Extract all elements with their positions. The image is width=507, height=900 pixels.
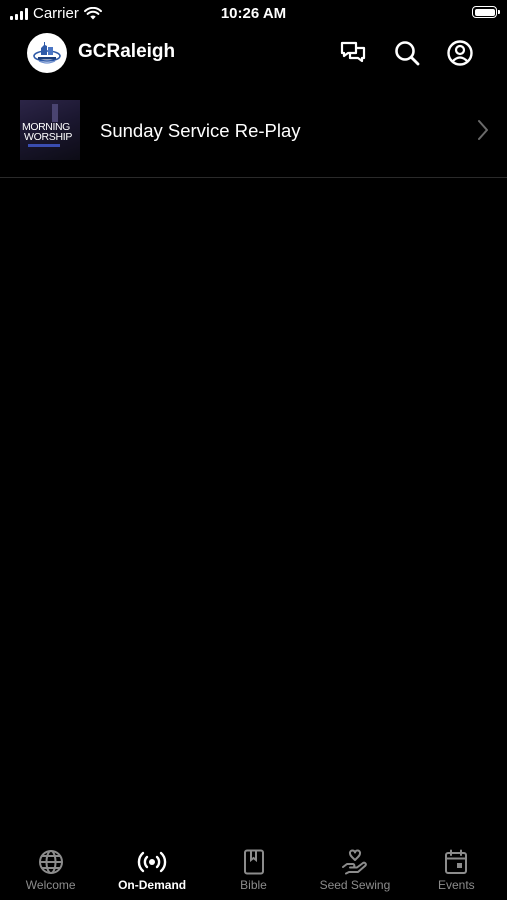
status-time: 10:26 AM [220, 5, 287, 22]
account-button[interactable] [445, 38, 475, 68]
search-button[interactable] [392, 38, 422, 68]
calendar-icon [445, 849, 468, 874]
tab-on-demand-label: On-Demand [118, 878, 187, 892]
tab-on-demand[interactable]: On-Demand [101, 842, 202, 900]
tab-welcome[interactable]: Welcome [0, 842, 101, 900]
list-item-title: Sunday Service Re-Play [100, 120, 301, 141]
tab-bible-label: Bible [240, 878, 267, 892]
tab-welcome-label: Welcome [25, 878, 76, 892]
tab-seed-sewing[interactable]: Seed Sewing [304, 842, 405, 900]
battery-icon [472, 6, 500, 18]
search-icon [395, 41, 420, 66]
app-title: GCRaleigh [78, 41, 176, 62]
tab-events[interactable]: Events [406, 842, 507, 900]
list-item-sunday-service[interactable]: MORNING WORSHIP Sunday Service Re-Play [0, 90, 507, 178]
app-screen: Carrier 10:26 AM GCRaleigh MORNING WORSH… [0, 0, 507, 900]
church-logo-icon[interactable] [27, 33, 67, 73]
account-icon [447, 40, 473, 66]
app-header: GCRaleigh [0, 30, 507, 76]
chat-button[interactable] [338, 38, 368, 68]
book-icon [243, 849, 264, 875]
globe-icon [38, 850, 63, 874]
tab-events-label: Events [437, 878, 475, 892]
thumbnail-text-line2: WORSHIP [24, 131, 73, 143]
chat-icon [340, 41, 366, 63]
tab-bar: Welcome On-Demand Bible Seed Sewing Even… [0, 842, 507, 900]
giving-hand-icon [341, 849, 367, 875]
tab-bible[interactable]: Bible [203, 842, 304, 900]
chevron-right-icon [478, 120, 488, 140]
service-thumbnail: MORNING WORSHIP [20, 100, 80, 160]
broadcast-icon [137, 851, 167, 873]
tab-seed-sewing-label: Seed Sewing [319, 878, 391, 892]
status-bar: Carrier 10:26 AM [0, 0, 507, 28]
